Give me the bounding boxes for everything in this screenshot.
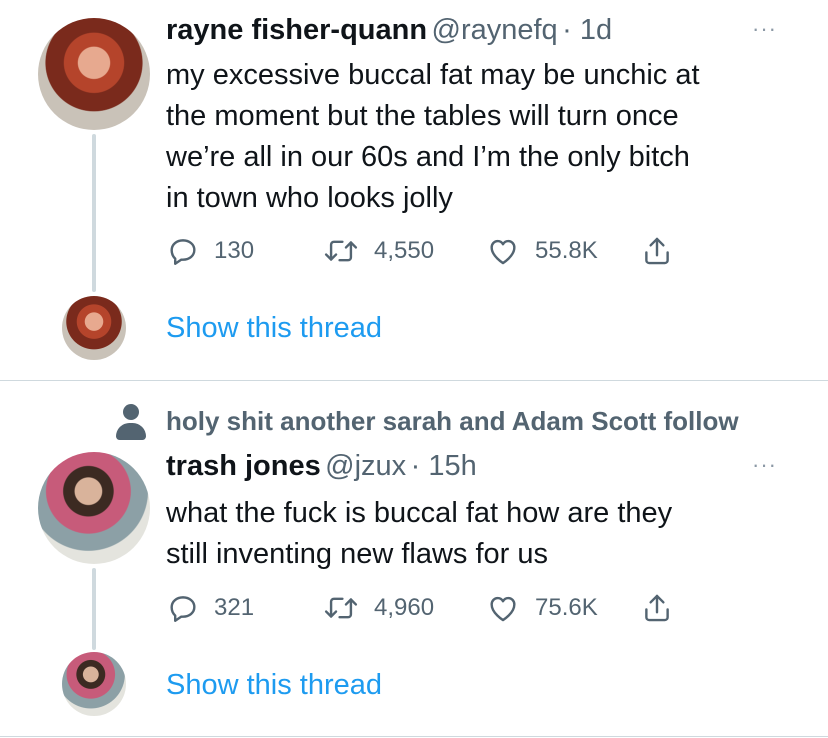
reply-button[interactable]: 321 [166, 591, 254, 625]
retweet-icon [324, 597, 358, 619]
share-icon [645, 237, 669, 265]
like-icon [490, 596, 516, 622]
social-context[interactable]: holy shit another sarah and Adam Scott f… [166, 406, 739, 437]
thread-avatar[interactable] [62, 652, 126, 716]
tweet-text-line: what the fuck is buccal fat how are they [166, 497, 673, 529]
tweet-time[interactable]: · 1d [562, 14, 612, 46]
show-thread-link[interactable]: Show this thread [166, 669, 382, 702]
retweet-icon [324, 240, 358, 262]
reply-count: 130 [214, 237, 255, 264]
show-thread-link[interactable]: Show this thread [166, 312, 382, 345]
share-icon [645, 594, 669, 622]
share-button[interactable] [640, 591, 688, 625]
retweet-count: 4,550 [374, 237, 435, 264]
retweet-button[interactable]: 4,550 [322, 234, 434, 268]
author-handle[interactable]: @jzux [325, 450, 406, 482]
like-count: 75.6K [535, 594, 598, 621]
like-icon [490, 239, 516, 265]
more-icon[interactable]: ··· [752, 16, 777, 42]
reply-button[interactable]: 130 [166, 234, 254, 268]
more-icon[interactable]: ··· [752, 452, 777, 478]
reply-count: 321 [214, 594, 255, 621]
author-name[interactable]: rayne fisher-quann [166, 14, 427, 46]
retweet-button[interactable]: 4,960 [322, 591, 434, 625]
tweet-text-line: in town who looks jolly [166, 182, 453, 214]
tweet-text: my excessive buccal fat may be unchic at… [166, 55, 806, 219]
author-name[interactable]: trash jones [166, 450, 321, 482]
thread-avatar[interactable] [62, 296, 126, 360]
like-button[interactable]: 55.8K [485, 234, 598, 268]
avatar[interactable] [38, 18, 150, 130]
tweet-text-line: the moment but the tables will turn once [166, 100, 679, 132]
tweet-text-line: still inventing new flaws for us [166, 538, 548, 570]
like-button[interactable]: 75.6K [485, 591, 598, 625]
person-icon [116, 404, 146, 440]
thread-connector [92, 134, 96, 292]
retweet-count: 4,960 [374, 594, 435, 621]
tweet-text-line: we’re all in our 60s and I’m the only bi… [166, 141, 690, 173]
like-count: 55.8K [535, 237, 598, 264]
divider [0, 380, 828, 381]
divider [0, 736, 828, 737]
tweet-text: what the fuck is buccal fat how are they… [166, 493, 806, 575]
tweet-header: trash jones @jzux · 15h [166, 450, 477, 483]
reply-icon [170, 596, 196, 622]
tweet-header: rayne fisher-quann @raynefq · 1d [166, 14, 612, 47]
tweet-time[interactable]: · 15h [411, 450, 477, 482]
author-handle[interactable]: @raynefq [432, 14, 558, 46]
thread-connector [92, 568, 96, 650]
tweet-text-line: my excessive buccal fat may be unchic at [166, 59, 700, 91]
share-button[interactable] [640, 234, 688, 268]
avatar[interactable] [38, 452, 150, 564]
reply-icon [170, 239, 196, 265]
